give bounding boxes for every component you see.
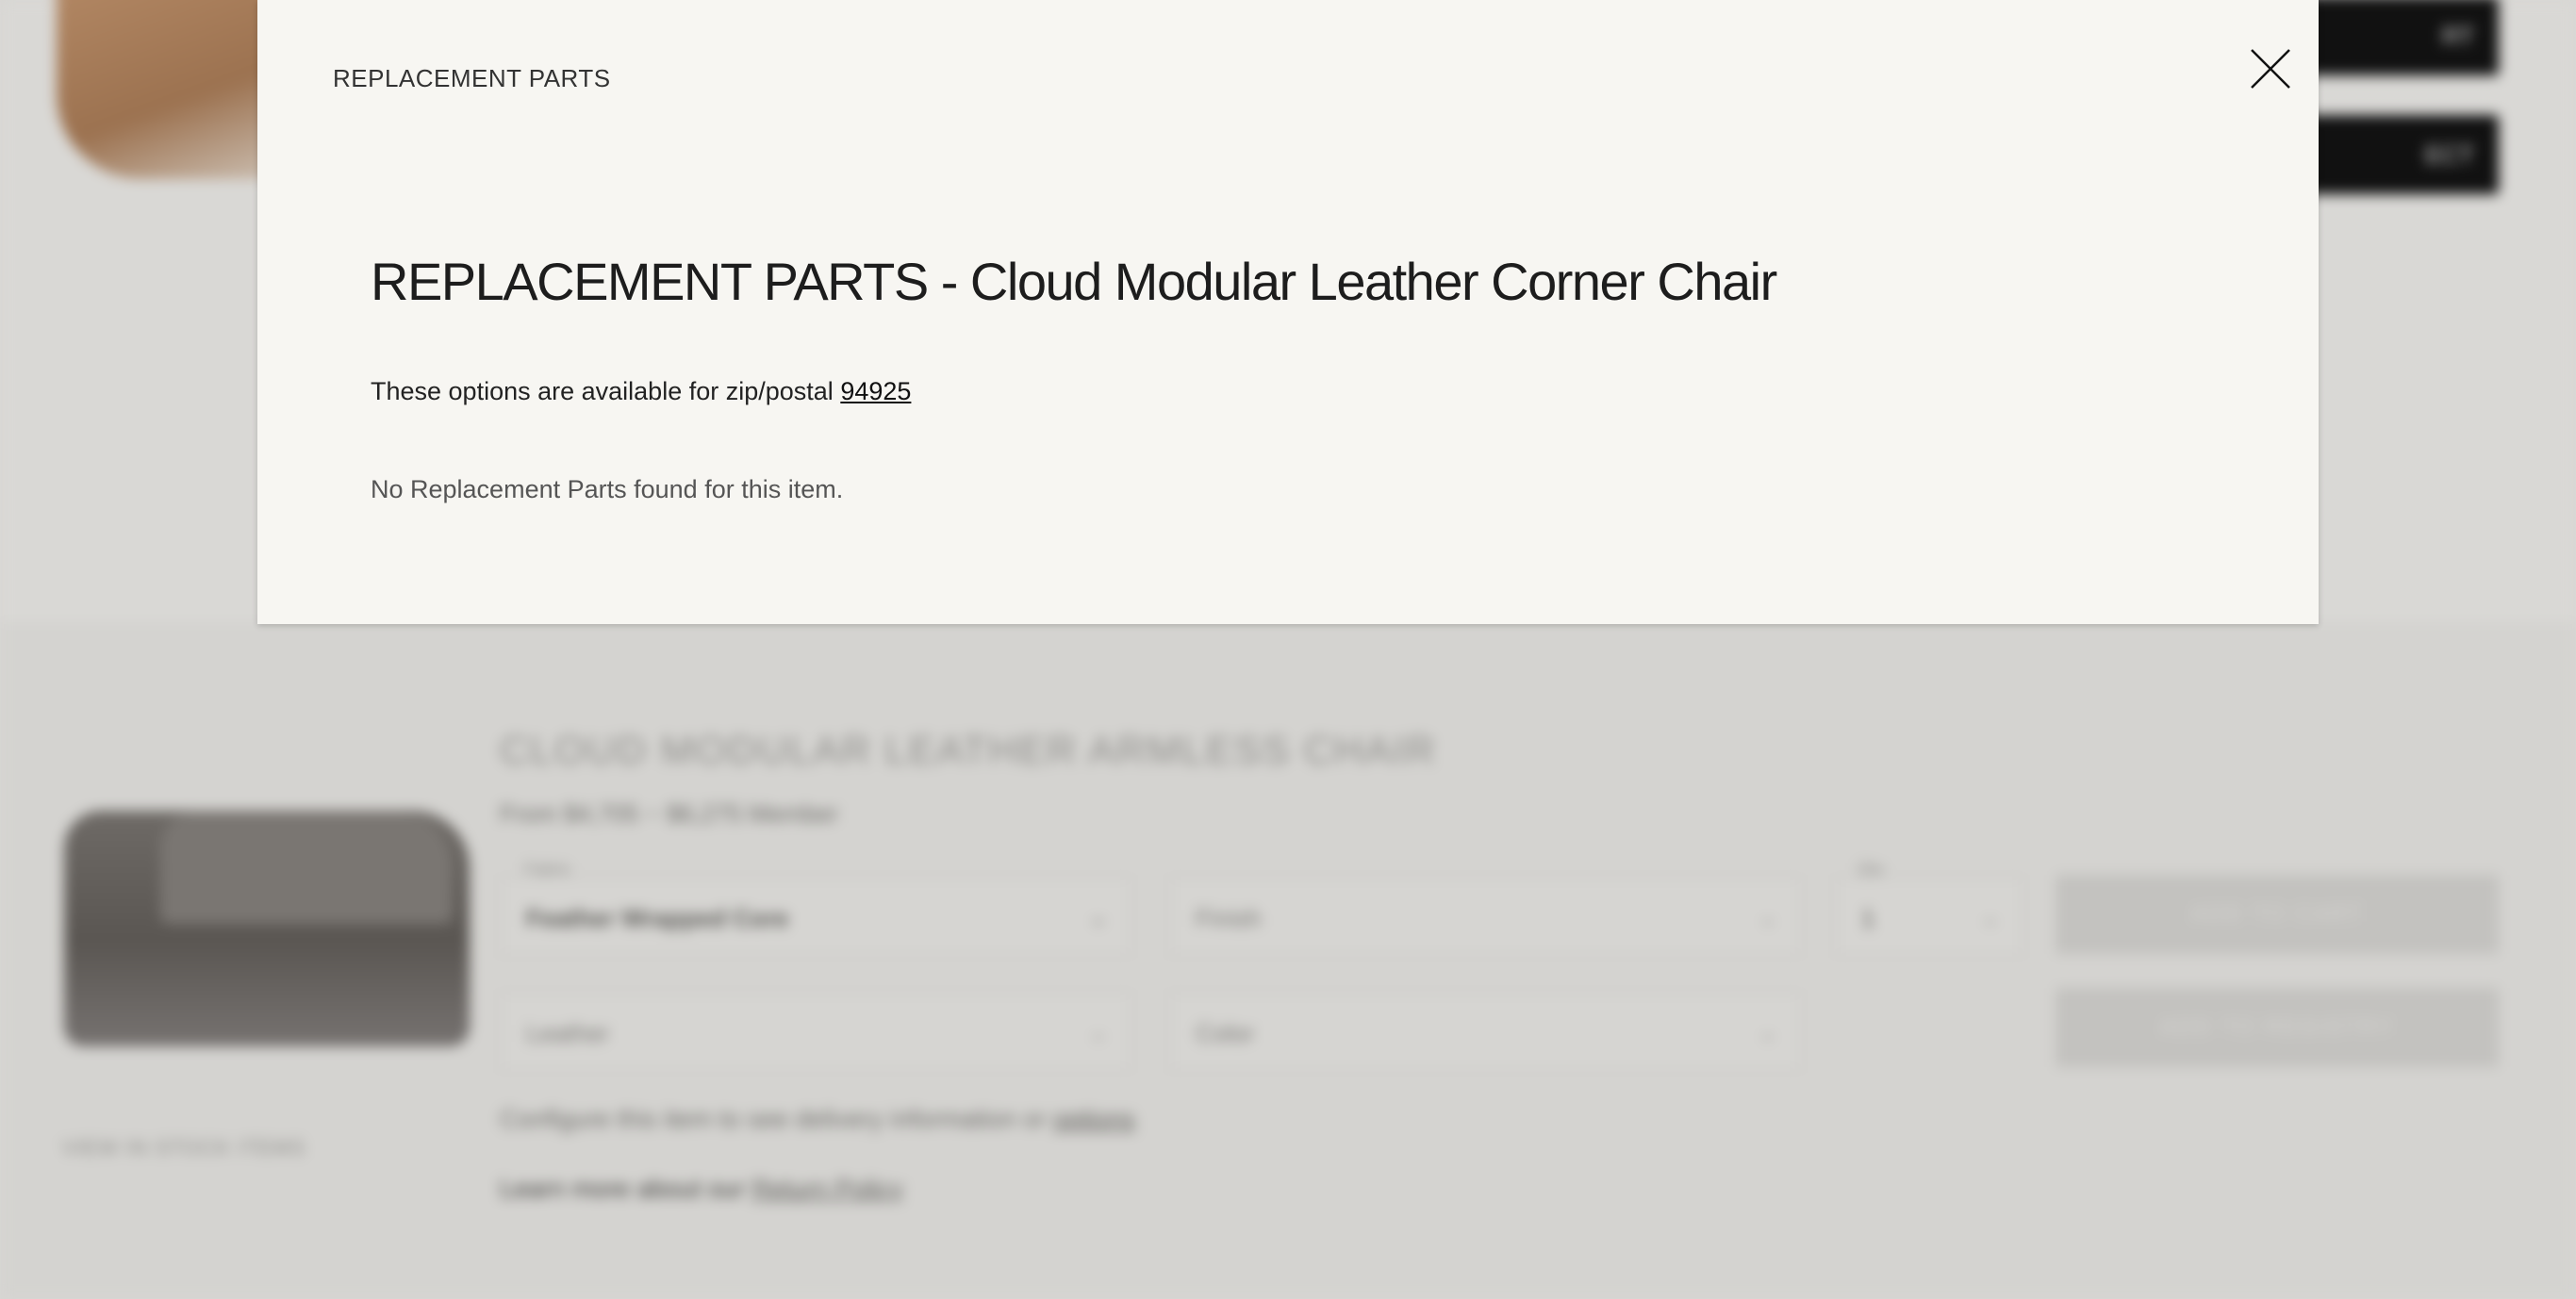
- finish-select: Finish ⌄: [1169, 877, 1801, 956]
- chair-image-back: [160, 811, 453, 924]
- chevron-down-icon: ⌄: [1759, 1021, 1776, 1044]
- chevron-down-icon: ⌄: [1759, 906, 1776, 929]
- availability-line: These options are available for zip/post…: [371, 377, 911, 406]
- empty-message: No Replacement Parts found for this item…: [371, 475, 844, 503]
- product-price: From $4,705 ~ $6,275 Member: [500, 799, 839, 828]
- add-to-registry-button: ADD TO REGISTRY: [2056, 988, 2499, 1067]
- qty-value: 1: [1861, 904, 1875, 932]
- add-to-cart-button: ADD TO CART: [2056, 875, 2499, 954]
- learn-text-prefix: Learn more about our: [500, 1175, 745, 1203]
- zip-code-link[interactable]: 94925: [840, 377, 911, 405]
- modal-title: REPLACEMENT PARTS - Cloud Modular Leathe…: [371, 252, 1777, 311]
- finish-value: Finish: [1196, 904, 1262, 932]
- leather-select: Leather ⌄: [500, 992, 1131, 1071]
- chevron-down-icon: ⌄: [1981, 906, 1999, 929]
- availability-text: These options are available for zip/post…: [371, 377, 834, 405]
- replacement-parts-modal: REPLACEMENT PARTS REPLACEMENT PARTS - Cl…: [257, 0, 2319, 624]
- close-icon[interactable]: [2247, 45, 2294, 92]
- fabric-select: Feather Wrapped Core ⌄: [500, 877, 1131, 956]
- chevron-down-icon: ⌄: [1089, 1021, 1107, 1044]
- qty-select: 1 ⌄: [1835, 877, 2023, 956]
- product-title: CLOUD MODULAR LEATHER ARMLESS CHAIR: [500, 728, 1437, 772]
- configure-text-prefix: Configure this item to see delivery info…: [500, 1105, 1047, 1133]
- return-policy-link: Return Policy: [751, 1175, 903, 1203]
- leather-value: Leather: [526, 1019, 610, 1047]
- modal-header: REPLACEMENT PARTS: [333, 64, 611, 92]
- chevron-down-icon: ⌄: [1089, 906, 1107, 929]
- image-caption: VIEW IN STOCK ITEMS: [62, 1136, 306, 1159]
- configure-text: Configure this item to see delivery info…: [500, 1105, 1135, 1134]
- fabric-value: Feather Wrapped Core: [526, 904, 789, 932]
- color-value: Color: [1196, 1019, 1255, 1047]
- learn-more-text: Learn more about our Return Policy: [500, 1175, 903, 1204]
- close-button[interactable]: [2247, 45, 2294, 92]
- configure-link: options: [1052, 1105, 1135, 1133]
- color-select: Color ⌄: [1169, 992, 1801, 1071]
